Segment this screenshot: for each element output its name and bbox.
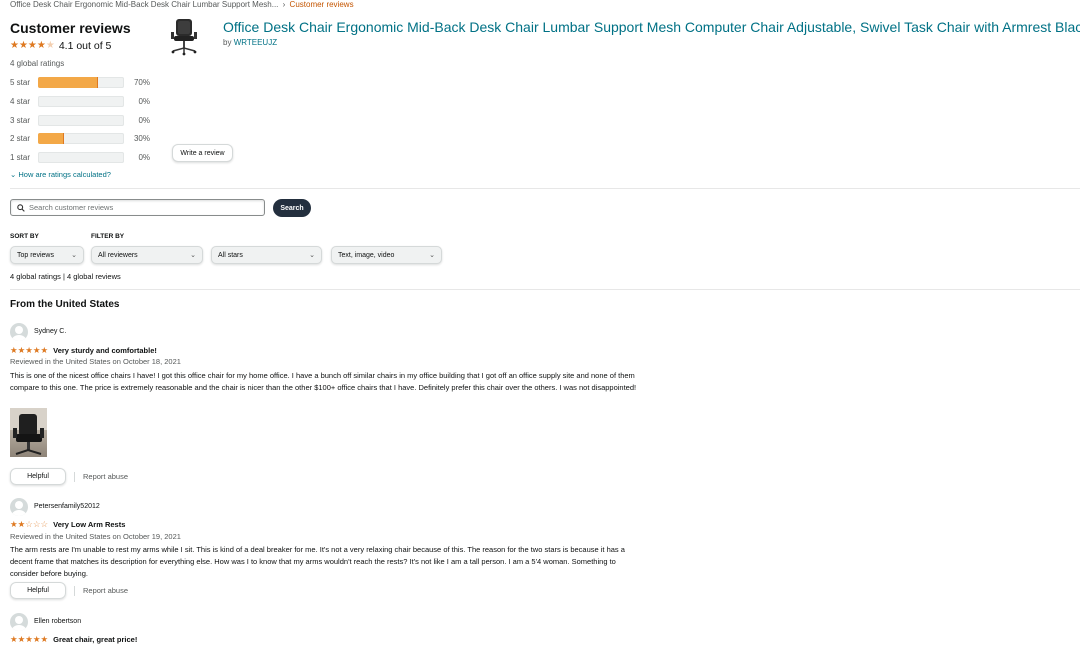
histogram-row-5-star[interactable]: 5 star 70% (10, 77, 160, 88)
breadcrumb-current: Customer reviews (289, 0, 354, 9)
reviewer-name[interactable]: Petersenfamily52012 (34, 503, 100, 510)
divider (74, 585, 75, 596)
review-heading: ★★★★★ Great chair, great price! (10, 634, 137, 645)
histogram-label: 2 star (10, 134, 31, 143)
histogram-bar (38, 96, 124, 107)
review-heading: ★★★★★ Very sturdy and comfortable! (10, 345, 157, 356)
histogram-label: 5 star (10, 78, 31, 87)
histogram-label: 1 star (10, 153, 31, 162)
histogram-label: 3 star (10, 116, 31, 125)
review-headline-link[interactable]: Very Low Arm Rests (53, 520, 125, 529)
by-prefix: by (223, 38, 232, 47)
office-chair-photo (10, 408, 47, 455)
avatar (10, 323, 28, 341)
office-chair-image (171, 19, 197, 56)
review-date: Reviewed in the United States on October… (10, 357, 181, 366)
review-date: Reviewed in the United States on October… (10, 532, 181, 541)
review-body: The arm rests are I'm unable to rest my … (10, 545, 625, 578)
global-ratings-count: 4 global ratings (10, 59, 65, 68)
review-headline-link[interactable]: Very sturdy and comfortable! (53, 346, 157, 355)
divider (10, 188, 1080, 189)
how-ratings-calculated-label: How are ratings calculated? (18, 170, 111, 179)
average-rating-text: 4.1 out of 5 (58, 40, 112, 52)
review-actions: Helpful Report abuse (10, 468, 128, 485)
reviewer-name[interactable]: Sydney C. (34, 328, 66, 335)
product-byline: by WRTEEUJZ (223, 38, 277, 47)
histogram-percent: 70% (133, 78, 150, 87)
chevron-down-icon: ⌄ (429, 252, 435, 259)
breadcrumb-product-link[interactable]: Office Desk Chair Ergonomic Mid-Back Des… (10, 0, 278, 9)
histogram-row-2-star[interactable]: 2 star 30% (10, 133, 160, 144)
report-abuse-link[interactable]: Report abuse (83, 586, 128, 595)
avatar (10, 613, 28, 631)
stars-filter-value: All stars (218, 251, 243, 259)
stars-filter-dropdown[interactable]: All stars ⌄ (211, 246, 322, 264)
product-title-link[interactable]: Office Desk Chair Ergonomic Mid-Back Des… (223, 19, 1080, 35)
histogram-percent: 30% (133, 134, 150, 143)
chevron-down-icon: ⌄ (71, 252, 77, 259)
review-heading: ★★☆☆☆ Very Low Arm Rests (10, 519, 125, 530)
reviewers-filter-value: All reviewers (98, 251, 138, 259)
customer-reviews-title: Customer reviews (10, 20, 131, 36)
histogram-fill (38, 133, 64, 144)
review-actions: Helpful Report abuse (10, 582, 128, 599)
histogram-label: 4 star (10, 97, 31, 106)
breadcrumb-separator: › (282, 0, 286, 9)
histogram-percent: 0% (138, 97, 150, 106)
section-title: From the United States (10, 299, 120, 310)
media-filter-value: Text, image, video (338, 251, 395, 259)
reviewer-name[interactable]: Ellen robertson (34, 618, 81, 625)
review-stars: ★★★★★ (10, 634, 49, 644)
report-abuse-link[interactable]: Report abuse (83, 472, 128, 481)
histogram-bar (38, 152, 124, 163)
review-body: This is one of the nicest office chairs … (10, 371, 637, 392)
histogram-bar (38, 77, 124, 88)
histogram-percent: 0% (138, 116, 150, 125)
filter-by-caption: FILTER BY (91, 233, 125, 240)
sort-dropdown[interactable]: Top reviews ⌄ (10, 246, 84, 264)
how-ratings-calculated-link[interactable]: ⌄ How are ratings calculated? (10, 170, 111, 179)
divider (74, 471, 75, 482)
average-rating-stars: ★★★★★ (10, 40, 55, 51)
product-thumbnail[interactable] (168, 18, 200, 56)
breadcrumb: Office Desk Chair Ergonomic Mid-Back Des… (10, 0, 354, 9)
search-button[interactable]: Search (273, 199, 311, 217)
brand-link[interactable]: WRTEEUJZ (234, 38, 277, 47)
average-rating: ★★★★★ 4.1 out of 5 (10, 40, 111, 52)
divider (10, 289, 1080, 290)
search-placeholder: Search customer reviews (29, 203, 114, 212)
sort-dropdown-value: Top reviews (17, 251, 54, 259)
helpful-button[interactable]: Helpful (10, 468, 66, 485)
histogram-row-4-star: 4 star 0% (10, 96, 160, 107)
review-headline-link[interactable]: Great chair, great price! (53, 635, 137, 644)
chevron-down-icon: ⌄ (190, 252, 196, 259)
histogram-row-1-star: 1 star 0% (10, 152, 160, 163)
reviewers-filter-dropdown[interactable]: All reviewers ⌄ (91, 246, 203, 264)
media-filter-dropdown[interactable]: Text, image, video ⌄ (331, 246, 442, 264)
sort-by-caption: SORT BY (10, 233, 39, 240)
histogram-fill (38, 77, 99, 88)
histogram-percent: 0% (138, 153, 150, 162)
helpful-button[interactable]: Helpful (10, 582, 66, 599)
review-stars: ★★☆☆☆ (10, 519, 49, 529)
review-stars: ★★★★★ (10, 345, 49, 355)
histogram-bar (38, 133, 124, 144)
avatar (10, 498, 28, 516)
search-icon (17, 203, 25, 212)
search-input[interactable]: Search customer reviews (10, 199, 265, 216)
write-review-button[interactable]: Write a review (172, 144, 233, 162)
chevron-down-icon: ⌄ (309, 252, 315, 259)
ratings-reviews-count: 4 global ratings | 4 global reviews (10, 272, 121, 281)
review-image[interactable] (10, 408, 47, 457)
histogram-bar (38, 115, 124, 126)
histogram-row-3-star: 3 star 0% (10, 115, 160, 126)
